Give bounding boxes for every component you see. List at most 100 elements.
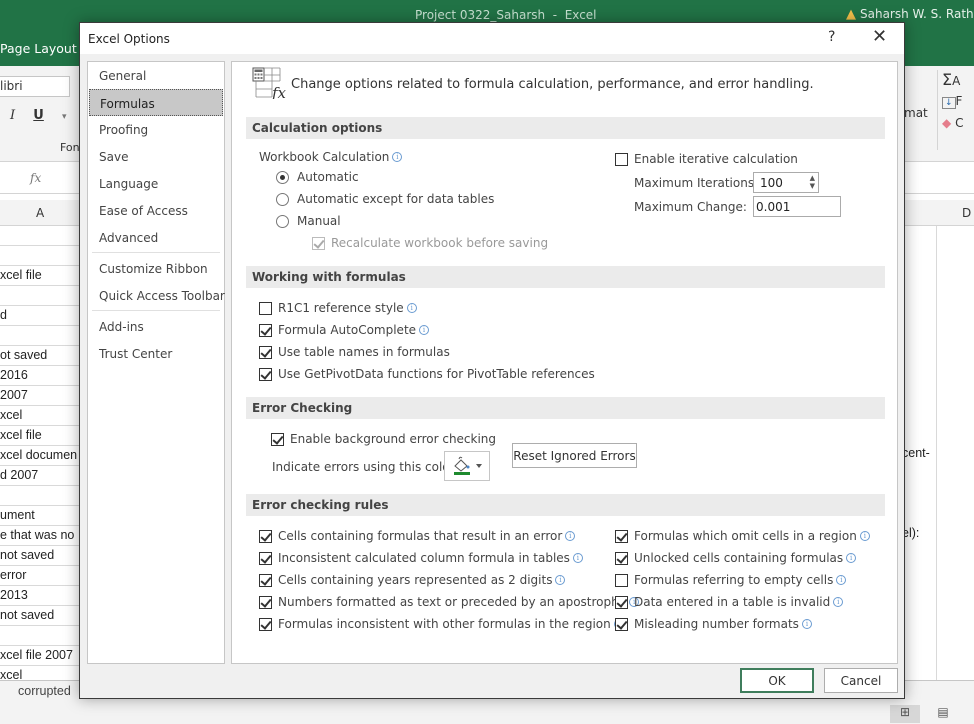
- checkbox[interactable]: [271, 432, 284, 446]
- checkbox[interactable]: [259, 367, 272, 381]
- info-icon[interactable]: i: [419, 325, 430, 335]
- error-rule-option[interactable]: Formulas inconsistent with other formula…: [259, 617, 624, 631]
- nav-item-customize-ribbon[interactable]: Customize Ribbon: [88, 255, 224, 282]
- max-change-input[interactable]: 0.001: [753, 196, 841, 217]
- nav-item-general[interactable]: General: [88, 62, 224, 89]
- cell-a11[interactable]: xcel file: [0, 426, 90, 446]
- checkbox[interactable]: [615, 595, 628, 609]
- normal-view-button[interactable]: ⊞: [890, 705, 920, 723]
- checkbox[interactable]: [259, 595, 272, 609]
- underline-button[interactable]: U: [33, 108, 44, 123]
- info-icon[interactable]: i: [846, 553, 857, 563]
- cell-a4[interactable]: [0, 286, 90, 306]
- checkbox[interactable]: [259, 301, 272, 315]
- checkbox[interactable]: [615, 152, 628, 166]
- page-layout-view-button[interactable]: ▤: [928, 705, 958, 723]
- checkbox[interactable]: [615, 529, 628, 543]
- cell-a13[interactable]: d 2007: [0, 466, 90, 486]
- clear-button[interactable]: ◆ C: [942, 116, 963, 130]
- cell-a3[interactable]: xcel file: [0, 266, 90, 286]
- underline-dropdown[interactable]: ▾: [62, 112, 67, 122]
- cell-a14[interactable]: [0, 486, 90, 506]
- italic-button[interactable]: I: [10, 108, 15, 123]
- cell-a8[interactable]: 2016: [0, 366, 90, 386]
- cell-a17[interactable]: not saved: [0, 546, 90, 566]
- user-account[interactable]: ▲ Saharsh W. S. Rathor: [846, 7, 974, 22]
- radio-automatic[interactable]: Automatic: [276, 170, 359, 184]
- radio-manual[interactable]: Manual: [276, 214, 341, 228]
- info-icon[interactable]: i: [406, 303, 417, 313]
- cell-text[interactable]: cent-: [902, 446, 930, 460]
- cell-a19[interactable]: 2013: [0, 586, 90, 606]
- ok-button[interactable]: OK: [740, 668, 814, 693]
- error-rule-option[interactable]: Data entered in a table is invalid i: [615, 595, 844, 609]
- error-rule-option[interactable]: Formulas referring to empty cells i: [615, 573, 847, 587]
- insert-function-icon[interactable]: fx: [30, 171, 41, 185]
- nav-item-quick-access-toolbar[interactable]: Quick Access Toolbar: [88, 282, 225, 309]
- close-button[interactable]: ✕: [872, 26, 887, 47]
- checkbox[interactable]: [259, 573, 272, 587]
- error-rule-option[interactable]: Inconsistent calculated column formula i…: [259, 551, 583, 565]
- cancel-button[interactable]: Cancel: [824, 668, 898, 693]
- nav-item-trust-center[interactable]: Trust Center: [88, 340, 224, 367]
- nav-item-formulas[interactable]: Formulas: [89, 89, 223, 116]
- help-button[interactable]: ?: [828, 29, 835, 45]
- tab-page-layout[interactable]: Page Layout: [0, 41, 77, 56]
- column-header-a[interactable]: A: [36, 206, 44, 220]
- cell-a6[interactable]: [0, 326, 90, 346]
- font-name-box[interactable]: libri: [0, 76, 70, 97]
- cell-a15[interactable]: ument: [0, 506, 90, 526]
- radio-button[interactable]: [276, 170, 289, 184]
- error-rule-option[interactable]: Misleading number formats i: [615, 617, 812, 631]
- info-icon[interactable]: i: [836, 575, 847, 585]
- checkbox[interactable]: [259, 617, 272, 631]
- format-label[interactable]: mat: [904, 106, 928, 120]
- nav-item-language[interactable]: Language: [88, 170, 224, 197]
- info-icon[interactable]: i: [392, 152, 403, 162]
- cell-a22[interactable]: xcel file 2007: [0, 646, 90, 666]
- info-icon[interactable]: i: [859, 531, 870, 541]
- cell-a18[interactable]: error: [0, 566, 90, 586]
- cell-a1[interactable]: [0, 226, 90, 246]
- cell-a16[interactable]: e that was no: [0, 526, 90, 546]
- checkbox[interactable]: [615, 617, 628, 631]
- reset-ignored-errors-button[interactable]: Reset Ignored Errors: [512, 443, 637, 468]
- max-iterations-value[interactable]: 100: [760, 176, 783, 190]
- info-icon[interactable]: i: [572, 553, 583, 563]
- error-rule-option[interactable]: Numbers formatted as text or preceded by…: [259, 595, 640, 609]
- cell-a2[interactable]: [0, 246, 90, 266]
- option-table-names[interactable]: Use table names in formulas: [259, 345, 450, 359]
- checkbox[interactable]: [615, 573, 628, 587]
- enable-iterative-calculation[interactable]: Enable iterative calculation: [615, 152, 798, 166]
- cell-a21[interactable]: [0, 626, 90, 646]
- autosum-button[interactable]: ΣA: [942, 70, 960, 89]
- checkbox[interactable]: [259, 345, 272, 359]
- checkbox[interactable]: [259, 323, 272, 337]
- cell-a9[interactable]: 2007: [0, 386, 90, 406]
- max-iterations-spinner[interactable]: 100 ▲ ▼: [753, 172, 819, 193]
- cell-a10[interactable]: xcel: [0, 406, 90, 426]
- radio-button[interactable]: [276, 192, 289, 206]
- sheet-tab-corrupted[interactable]: corrupted: [18, 684, 71, 698]
- nav-item-ease-of-access[interactable]: Ease of Access: [88, 197, 224, 224]
- option-r1c1-reference-style[interactable]: R1C1 reference style i: [259, 301, 417, 315]
- option-background-error-checking[interactable]: Enable background error checking: [271, 432, 496, 446]
- checkbox[interactable]: [259, 551, 272, 565]
- option-formula-autocomplete[interactable]: Formula AutoComplete i: [259, 323, 430, 337]
- checkbox[interactable]: [615, 551, 628, 565]
- info-icon[interactable]: i: [565, 531, 576, 541]
- cell-a12[interactable]: xcel documen: [0, 446, 90, 466]
- info-icon[interactable]: i: [801, 619, 812, 629]
- error-rule-option[interactable]: Unlocked cells containing formulas i: [615, 551, 857, 565]
- cell-a5[interactable]: d: [0, 306, 90, 326]
- error-color-picker[interactable]: [444, 451, 490, 481]
- radio-automatic-except-tables[interactable]: Automatic except for data tables: [276, 192, 494, 206]
- checkbox[interactable]: [259, 529, 272, 543]
- info-icon[interactable]: i: [555, 575, 566, 585]
- info-icon[interactable]: i: [833, 597, 844, 607]
- option-getpivotdata[interactable]: Use GetPivotData functions for PivotTabl…: [259, 367, 595, 381]
- nav-item-proofing[interactable]: Proofing: [88, 116, 224, 143]
- nav-item-save[interactable]: Save: [88, 143, 224, 170]
- radio-button[interactable]: [276, 214, 289, 228]
- nav-item-advanced[interactable]: Advanced: [88, 224, 224, 251]
